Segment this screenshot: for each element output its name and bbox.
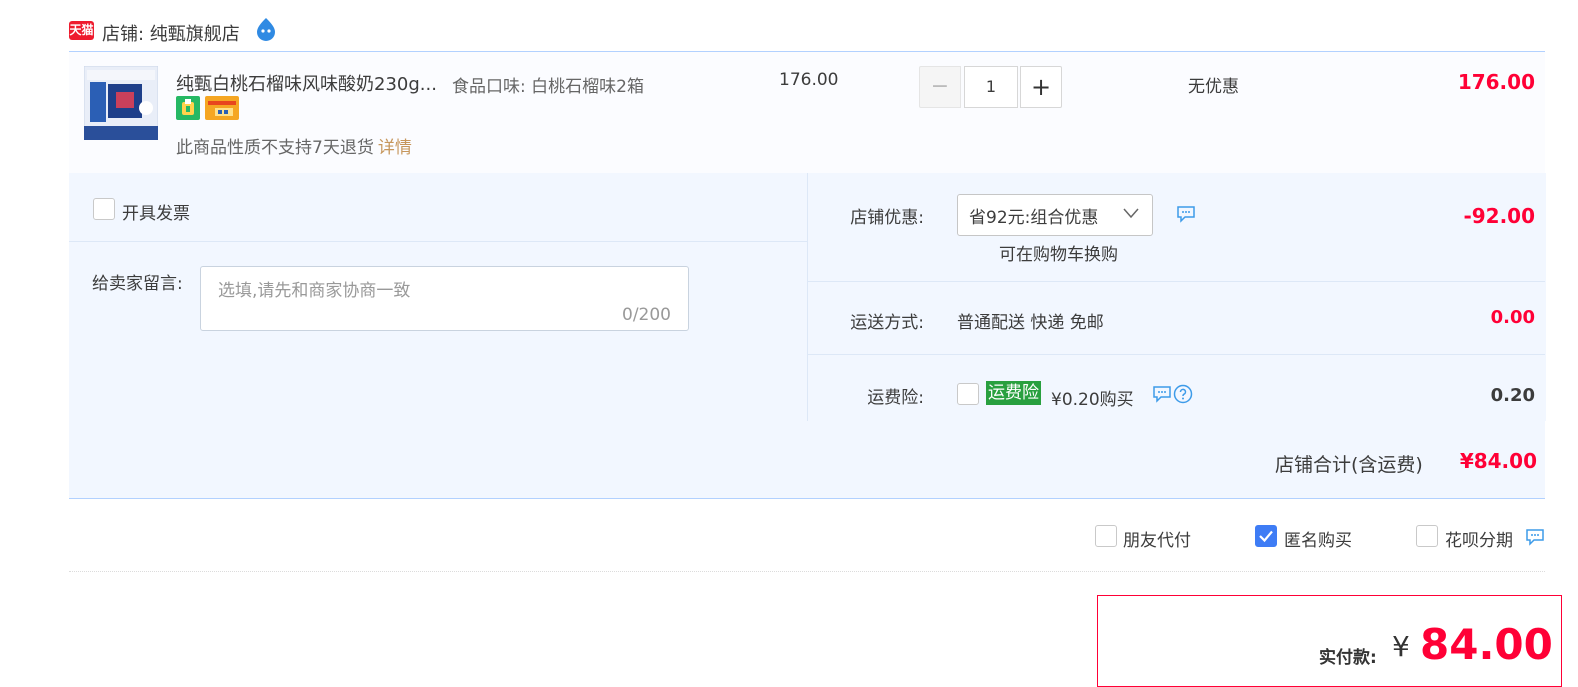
checkmark-icon: [1259, 530, 1273, 543]
divider: [808, 354, 1545, 355]
insurance-label: 运费险:: [867, 388, 924, 408]
detail-link[interactable]: 详情: [378, 138, 412, 158]
divider: [69, 241, 807, 242]
help-icon[interactable]: [1173, 384, 1193, 404]
chevron-down-icon: [1123, 208, 1139, 219]
quantity-decrease-button[interactable]: −: [919, 66, 961, 108]
insurance-amount: 0.20: [1490, 385, 1535, 406]
service-guarantee-icon[interactable]: [176, 96, 200, 120]
message-char-count: 0/200: [622, 305, 671, 325]
chat-bubble-icon[interactable]: [1525, 528, 1545, 546]
shop-coupon-label: 店铺优惠:: [850, 208, 924, 228]
currency-symbol: ¥: [1392, 630, 1410, 663]
insurance-checkbox[interactable]: [957, 383, 979, 405]
actual-payment-label: 实付款:: [1319, 648, 1377, 668]
insurance-price: ¥0.20购买: [1051, 390, 1134, 410]
divider: [69, 571, 1545, 572]
invoice-checkbox[interactable]: [93, 198, 115, 220]
shipping-label: 运送方式:: [850, 313, 924, 333]
chat-bubble-icon[interactable]: [1176, 205, 1196, 223]
friend-pay-label[interactable]: 朋友代付: [1123, 526, 1191, 551]
seller-message-placeholder: 选填,请先和商家协商一致: [218, 281, 411, 301]
credit-card-icon[interactable]: [205, 96, 239, 120]
sku-flavor: 食品口味: 白桃石榴味2箱: [452, 77, 644, 97]
shop-name[interactable]: 店铺: 纯甄旗舰店: [102, 20, 240, 46]
wangwang-chat-icon[interactable]: [254, 17, 278, 41]
unit-price: 176.00: [779, 70, 839, 90]
coupon-note: 可在购物车换购: [999, 245, 1118, 265]
anonymous-purchase-checkbox[interactable]: [1255, 525, 1277, 547]
product-title-link[interactable]: 纯甄白桃石榴味风味酸奶230g...: [176, 70, 437, 96]
seller-message-label: 给卖家留言:: [92, 274, 183, 294]
shipping-amount: 0.00: [1490, 307, 1535, 328]
divider: [808, 281, 1545, 282]
shop-total-label: 店铺合计(含运费): [1275, 454, 1423, 476]
item-discount: 无优惠: [1188, 77, 1239, 97]
return-policy-text: 此商品性质不支持7天退货: [176, 138, 374, 158]
quantity-input[interactable]: 1: [964, 66, 1018, 108]
quantity-increase-button[interactable]: +: [1020, 66, 1062, 108]
friend-pay-checkbox[interactable]: [1095, 525, 1117, 547]
shop-coupon-value: 省92元:组合优惠: [969, 208, 1099, 228]
item-subtotal: 176.00: [1457, 70, 1535, 94]
anonymous-purchase-label[interactable]: 匿名购买: [1284, 526, 1352, 551]
return-policy-note: 此商品性质不支持7天退货 详情: [176, 133, 412, 158]
insurance-badge: 运费险: [986, 381, 1041, 405]
shipping-method: 普通配送 快递 免邮: [957, 313, 1104, 333]
huabei-installment-checkbox[interactable]: [1416, 525, 1438, 547]
actual-payment-amount: 84.00: [1420, 620, 1553, 669]
invoice-label[interactable]: 开具发票: [122, 199, 190, 224]
product-thumbnail[interactable]: [84, 66, 158, 140]
shop-total-amount: ¥84.00: [1459, 449, 1537, 473]
tmall-badge: 天猫: [69, 21, 94, 40]
chat-bubble-icon[interactable]: [1152, 385, 1172, 403]
huabei-installment-label[interactable]: 花呗分期: [1445, 526, 1513, 551]
coupon-amount: -92.00: [1463, 204, 1535, 228]
